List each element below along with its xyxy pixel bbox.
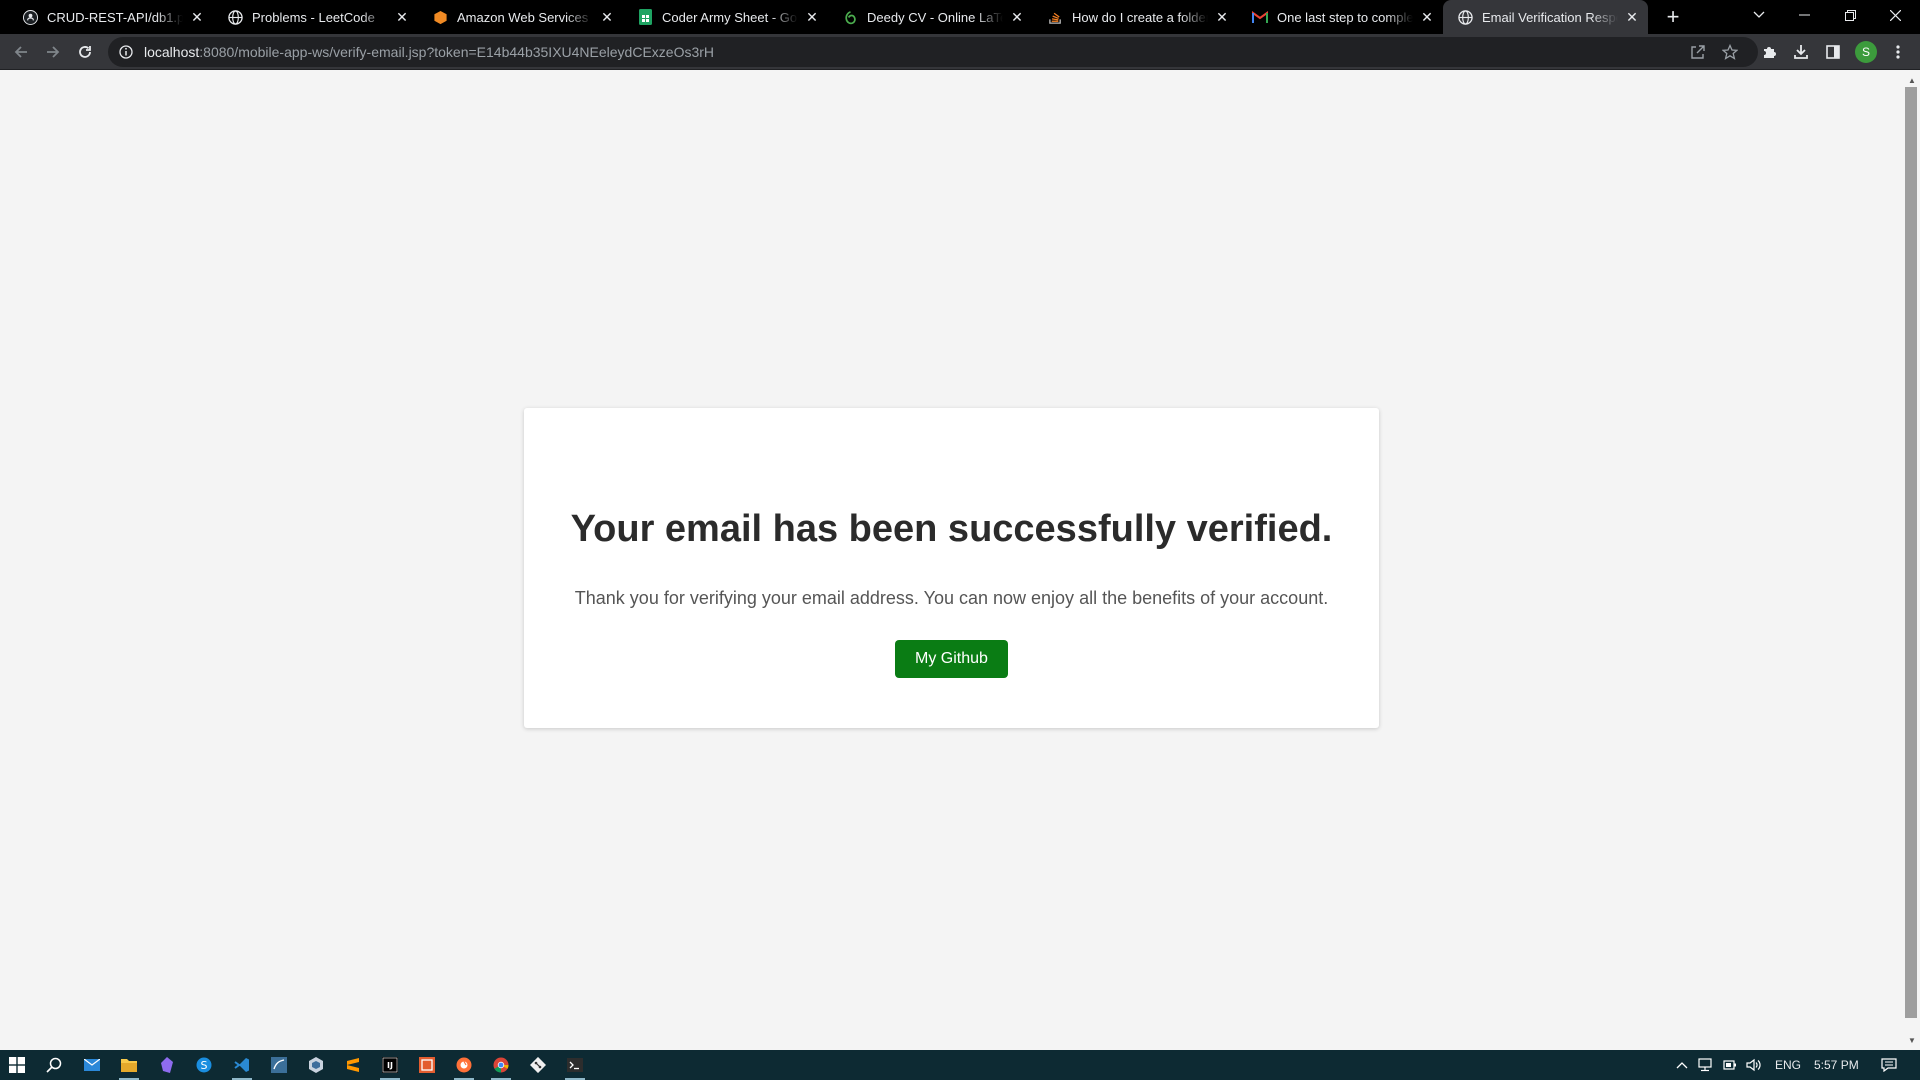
forward-arrow-icon — [47, 46, 60, 58]
github-icon — [22, 9, 38, 25]
site-info-icon[interactable] — [118, 44, 134, 60]
terminal-icon[interactable] — [561, 1053, 589, 1080]
volume-icon[interactable] — [1744, 1053, 1764, 1077]
side-panel-icon — [1826, 45, 1840, 59]
tab-search-button[interactable] — [1736, 0, 1782, 30]
network-icon[interactable] — [1696, 1053, 1716, 1077]
reload-button[interactable] — [71, 38, 99, 66]
stackoverflow-icon — [1047, 9, 1063, 25]
more-vert-icon — [1896, 45, 1900, 59]
bookmark-button[interactable] — [1716, 38, 1744, 66]
github-button[interactable]: My Github — [895, 640, 1008, 678]
browser-toolbar: localhost:8080/mobile-app-ws/verify-emai… — [0, 34, 1920, 70]
restore-button[interactable] — [1827, 0, 1873, 30]
profile-avatar[interactable]: S — [1855, 41, 1877, 63]
downloads-button[interactable] — [1787, 38, 1815, 66]
firefox-icon[interactable] — [450, 1053, 478, 1080]
puzzle-icon — [1764, 47, 1776, 58]
mail-icon[interactable] — [78, 1053, 106, 1077]
tab-close-icon[interactable]: ✕ — [1624, 9, 1640, 25]
tab-close-icon[interactable]: ✕ — [599, 9, 615, 25]
url-host: localhost — [144, 44, 200, 60]
star-icon — [1722, 44, 1738, 60]
tab-title: How do I create a folder in — [1072, 9, 1208, 25]
tab-close-icon[interactable]: ✕ — [1214, 9, 1230, 25]
new-tab-button[interactable]: + — [1661, 4, 1685, 29]
tab-close-icon[interactable]: ✕ — [1419, 9, 1435, 25]
skype-icon[interactable]: S — [190, 1053, 218, 1077]
share-button[interactable] — [1684, 38, 1712, 66]
gmail-icon — [1252, 9, 1268, 25]
tab-aws[interactable]: Amazon Web Services Sign ✕ — [418, 0, 623, 34]
tab-stackoverflow[interactable]: How do I create a folder in ✕ — [1033, 0, 1238, 34]
tab-title: One last step to complete — [1277, 9, 1413, 25]
extensions-button[interactable] — [1755, 38, 1783, 66]
tab-leetcode[interactable]: Problems - LeetCode ✕ — [213, 0, 418, 34]
back-button[interactable] — [7, 38, 35, 66]
tab-close-icon[interactable]: ✕ — [189, 9, 205, 25]
scroll-up-arrow-icon[interactable]: ▲ — [1905, 74, 1919, 86]
close-window-button[interactable] — [1872, 0, 1918, 30]
clock[interactable]: 5:57 PM — [1814, 1050, 1859, 1080]
forward-button[interactable] — [39, 38, 67, 66]
chrome-icon[interactable] — [487, 1053, 515, 1080]
url-path: :8080/mobile-app-ws/verify-email.jsp?tok… — [199, 44, 715, 60]
globe-icon — [227, 9, 243, 25]
tab-email-verification[interactable]: Email Verification Response ✕ — [1443, 0, 1648, 34]
file-explorer-icon[interactable] — [115, 1053, 143, 1080]
scroll-down-arrow-icon[interactable]: ▼ — [1905, 1034, 1919, 1046]
scrollbar-thumb[interactable] — [1905, 87, 1917, 1018]
chevron-up-icon[interactable] — [1672, 1053, 1692, 1077]
sheets-icon — [637, 9, 653, 25]
tab-title: Problems - LeetCode — [252, 9, 375, 25]
tab-google-sheets[interactable]: Coder Army Sheet - Google ✕ — [623, 0, 828, 34]
page-heading: Your email has been successfully verifie… — [570, 508, 1333, 550]
svg-text:S: S — [201, 1059, 208, 1072]
download-icon — [1794, 45, 1808, 59]
verification-message: Thank you for verifying your email addre… — [574, 588, 1329, 608]
tab-title: Email Verification Response — [1482, 9, 1618, 25]
notification-icon[interactable] — [1875, 1053, 1903, 1077]
side-panel-button[interactable] — [1819, 38, 1847, 66]
obsidian-icon[interactable] — [153, 1053, 181, 1077]
windows-start-icon[interactable] — [3, 1053, 31, 1077]
tab-title: CRUD-REST-API/db1.png at — [47, 9, 183, 25]
app-icon[interactable] — [302, 1053, 330, 1077]
tab-title: Amazon Web Services Sign — [457, 9, 593, 25]
reload-icon — [79, 46, 91, 58]
address-bar[interactable]: localhost:8080/mobile-app-ws/verify-emai… — [108, 37, 1758, 67]
mysql-workbench-icon[interactable] — [265, 1053, 293, 1077]
windows-taskbar: S IJ ENG 5:57 PM — [0, 1050, 1920, 1080]
tab-close-icon[interactable]: ✕ — [394, 9, 410, 25]
tab-gmail[interactable]: One last step to complete ✕ — [1238, 0, 1443, 34]
browser-menu-button[interactable] — [1884, 38, 1912, 66]
minimize-button[interactable] — [1781, 0, 1827, 30]
language-indicator[interactable]: ENG — [1775, 1050, 1801, 1080]
tab-close-icon[interactable]: ✕ — [804, 9, 820, 25]
back-arrow-icon — [14, 46, 27, 58]
tab-strip: CRUD-REST-API/db1.png at ✕ Problems - Le… — [0, 0, 1920, 34]
globe-icon — [1457, 9, 1473, 25]
git-icon[interactable] — [524, 1053, 552, 1077]
aws-icon — [432, 9, 448, 25]
tab-overleaf[interactable]: Deedy CV - Online LaTeX E ✕ — [828, 0, 1033, 34]
verification-card: Your email has been successfully verifie… — [524, 408, 1379, 728]
vscode-icon[interactable] — [228, 1053, 256, 1080]
tab-title: Deedy CV - Online LaTeX E — [867, 9, 1003, 25]
sublime-text-icon[interactable] — [339, 1053, 367, 1077]
battery-icon[interactable] — [1720, 1053, 1740, 1077]
share-icon — [1691, 45, 1705, 59]
tab-close-icon[interactable]: ✕ — [1009, 9, 1025, 25]
svg-text:IJ: IJ — [387, 1061, 393, 1070]
tab-title: Coder Army Sheet - Google — [662, 9, 798, 25]
search-icon[interactable] — [40, 1053, 68, 1077]
tab-github[interactable]: CRUD-REST-API/db1.png at ✕ — [8, 0, 213, 34]
postman-icon[interactable] — [413, 1053, 441, 1077]
overleaf-icon — [842, 9, 858, 25]
intellij-icon[interactable]: IJ — [376, 1053, 404, 1080]
